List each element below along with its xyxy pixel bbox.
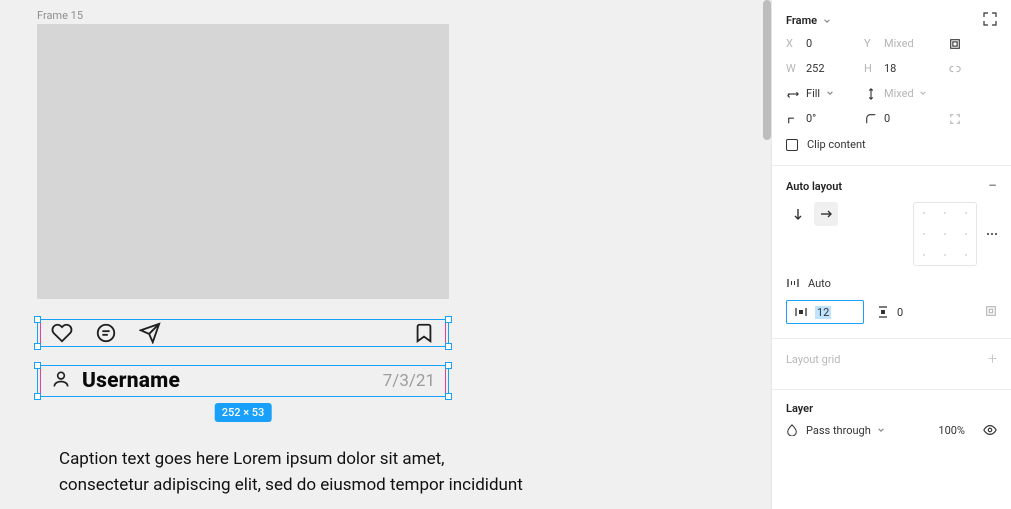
blend-mode-dropdown[interactable]: Pass through	[806, 424, 885, 437]
resize-handle[interactable]	[34, 316, 41, 323]
blend-mode-icon	[786, 424, 798, 436]
frame-section: Frame X 0 Y Mixed W 252 H	[772, 0, 1011, 166]
remove-auto-layout-button[interactable]: −	[988, 178, 997, 194]
scrollbar[interactable]	[763, 0, 771, 140]
radius-icon	[864, 113, 878, 125]
resize-handle[interactable]	[445, 343, 452, 350]
resize-handle[interactable]	[445, 393, 452, 400]
opacity-input[interactable]: 100%	[938, 424, 965, 437]
y-input[interactable]: Mixed	[884, 37, 940, 50]
w-label: W	[786, 62, 800, 75]
auto-layout-advanced-button[interactable]	[987, 233, 997, 235]
vertical-padding-input[interactable]: 0	[876, 301, 903, 323]
heart-icon[interactable]	[51, 322, 73, 344]
clip-content-label: Clip content	[807, 138, 866, 151]
w-input[interactable]: 252	[806, 62, 858, 75]
direction-horizontal-button[interactable]	[814, 202, 838, 226]
post-date: 7/3/21	[383, 371, 435, 391]
v-resize-icon	[864, 88, 878, 100]
spacing-mode-row[interactable]: Auto	[786, 276, 997, 290]
resize-handle[interactable]	[445, 316, 452, 323]
gap-value: 12	[815, 306, 831, 319]
y-label: Y	[864, 37, 878, 50]
rotation-input[interactable]: 0°	[806, 112, 858, 125]
selected-username-row[interactable]: Username 7/3/21 252 × 53	[37, 365, 449, 397]
absolute-position-icon[interactable]	[946, 38, 964, 50]
h-label: H	[864, 62, 878, 75]
rotation-icon	[786, 113, 800, 125]
add-layout-grid-button[interactable]: +	[988, 351, 997, 367]
x-input[interactable]: 0	[806, 37, 858, 50]
resize-handle[interactable]	[445, 362, 452, 369]
link-dimensions-icon[interactable]	[946, 63, 964, 75]
clip-content-checkbox[interactable]: Clip content	[786, 138, 997, 151]
horizontal-gap-input[interactable]: 12	[786, 300, 864, 324]
frame-title: Frame	[786, 14, 817, 27]
resize-to-fit-icon[interactable]	[983, 12, 997, 29]
h-resize-icon	[786, 88, 800, 100]
bookmark-icon[interactable]	[413, 322, 435, 344]
x-label: X	[786, 37, 800, 50]
canvas-area[interactable]: Frame 15	[0, 0, 771, 509]
properties-panel: Frame X 0 Y Mixed W 252 H	[771, 0, 1011, 509]
auto-layout-title: Auto layout	[786, 180, 842, 193]
layout-grid-section: Layout grid +	[772, 339, 1011, 390]
h-input[interactable]: 18	[884, 62, 940, 75]
padding-value: 0	[897, 306, 903, 319]
individual-padding-icon[interactable]	[985, 305, 997, 320]
checkbox-icon	[786, 139, 798, 151]
post-username: Username	[82, 369, 180, 393]
v-resize-dropdown[interactable]: Mixed	[884, 87, 940, 100]
user-icon	[51, 369, 71, 393]
send-icon[interactable]	[139, 322, 161, 344]
selected-icons-row[interactable]	[37, 319, 449, 347]
selection-dimensions-badge: 252 × 53	[215, 403, 272, 422]
frame-type-dropdown[interactable]: Frame	[786, 14, 831, 27]
frame-label[interactable]: Frame 15	[37, 9, 83, 22]
layer-title: Layer	[786, 402, 813, 415]
layer-section: Layer Pass through 100%	[772, 390, 1011, 451]
frame-image-placeholder[interactable]	[37, 24, 449, 299]
comment-icon[interactable]	[95, 322, 117, 344]
radius-input[interactable]: 0	[884, 112, 940, 125]
individual-corners-icon[interactable]	[946, 113, 964, 125]
post-caption[interactable]: Caption text goes here Lorem ipsum dolor…	[59, 446, 531, 499]
spacing-mode-value: Auto	[808, 277, 831, 290]
visibility-icon[interactable]	[983, 423, 997, 437]
auto-layout-section: Auto layout −	[772, 166, 1011, 339]
post-area: Username 7/3/21 252 × 53	[37, 299, 449, 397]
resize-handle[interactable]	[34, 362, 41, 369]
layout-grid-title: Layout grid	[786, 353, 840, 366]
h-resize-dropdown[interactable]: Fill	[806, 87, 858, 100]
alignment-box[interactable]	[913, 202, 977, 266]
resize-handle[interactable]	[34, 393, 41, 400]
direction-vertical-button[interactable]	[786, 202, 810, 226]
resize-handle[interactable]	[34, 343, 41, 350]
